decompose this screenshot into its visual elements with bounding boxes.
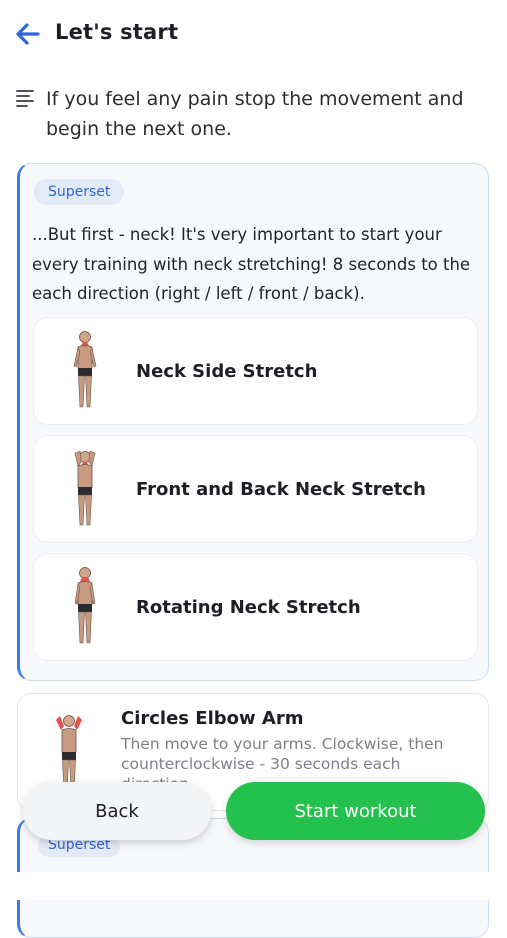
superset-description: ...But first - neck! It's very important… — [32, 225, 471, 303]
exercise-name: Neck Side Stretch — [136, 360, 318, 382]
exercise-name: Circles Elbow Arm — [121, 708, 304, 729]
exercise-figure-icon — [74, 450, 96, 526]
page-title: Let's start — [55, 20, 179, 44]
bottom-fade — [0, 872, 507, 900]
arrow-left-icon[interactable] — [14, 20, 42, 48]
exercise-item-rotating-neck-stretch[interactable]: Rotating Neck Stretch — [34, 554, 477, 660]
instruction-text: If you feel any pain stop the movement a… — [46, 88, 464, 140]
exercise-item-neck-side-stretch[interactable]: Neck Side Stretch — [34, 318, 477, 424]
superset-badge: Superset — [34, 179, 125, 205]
exercise-name: Rotating Neck Stretch — [136, 596, 361, 618]
exercise-figure-icon — [73, 331, 97, 408]
exercise-figure-icon — [74, 567, 96, 644]
superset-card: Superset ...But first - neck! It's very … — [17, 163, 489, 681]
exercise-name: Front and Back Neck Stretch — [136, 478, 426, 500]
exercise-item-front-back-neck-stretch[interactable]: Front and Back Neck Stretch — [34, 436, 477, 542]
top-bar: Let's start — [0, 0, 507, 70]
back-button[interactable]: Back — [23, 782, 211, 840]
text-lines-icon — [16, 90, 34, 107]
start-workout-button[interactable]: Start workout — [226, 782, 485, 840]
